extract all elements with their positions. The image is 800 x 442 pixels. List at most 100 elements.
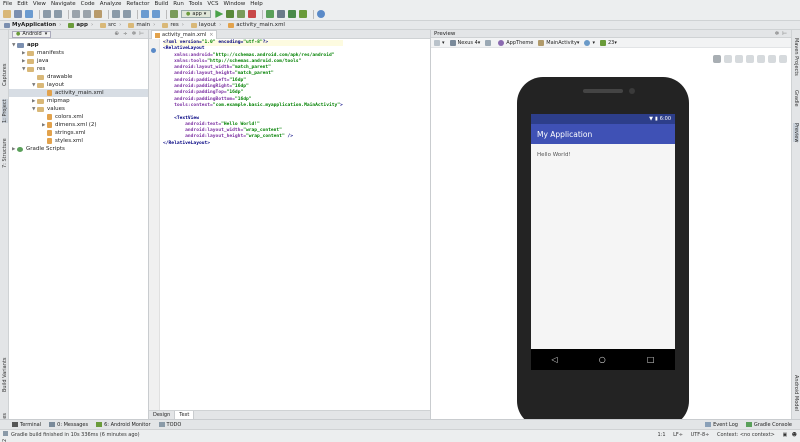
settings-gear-icon[interactable]: ✲	[775, 31, 780, 37]
lock-icon[interactable]: ▣	[782, 432, 787, 438]
preview-tool-tab[interactable]: Preview	[793, 123, 799, 143]
stop-icon[interactable]	[248, 10, 257, 18]
caret-position[interactable]: 1:1	[658, 432, 666, 438]
android-model-tool-tab[interactable]: Android Model	[793, 375, 799, 411]
paste-icon[interactable]	[94, 10, 102, 18]
gradle-console-tool-button[interactable]: Gradle Console	[745, 422, 792, 428]
gradle-tool-tab[interactable]: Gradle	[793, 90, 799, 107]
forward-icon[interactable]	[152, 10, 160, 18]
project-tool-tab[interactable]: 1: Project	[2, 99, 8, 123]
close-tab-icon[interactable]: ×	[209, 32, 213, 38]
line-separator[interactable]: LF÷	[673, 432, 683, 438]
tree-item[interactable]: strings.xml	[42, 129, 86, 137]
settings-gear-icon[interactable]	[779, 55, 787, 63]
zoom-in-icon[interactable]	[735, 55, 743, 63]
tree-item[interactable]: styles.xml	[42, 137, 83, 145]
menu-build[interactable]: Build	[154, 1, 168, 7]
recents-nav-icon[interactable]: □	[647, 355, 655, 364]
menu-edit[interactable]: Edit	[17, 1, 28, 7]
project-view-selector[interactable]: ● Android ▾	[12, 30, 52, 38]
settings-gear-icon[interactable]: ✲	[132, 31, 137, 37]
breadcrumb-item-4[interactable]: res ›	[160, 22, 186, 28]
replace-icon[interactable]	[123, 10, 131, 18]
editor-tab-activity-main[interactable]: activity_main.xml ×	[151, 30, 218, 39]
help-icon[interactable]	[317, 10, 326, 18]
menu-help[interactable]: Help	[250, 1, 263, 7]
menu-view[interactable]: View	[33, 1, 46, 7]
layout-config-button[interactable]: ▾	[434, 39, 445, 46]
sync-scroll-icon[interactable]: ⊕	[114, 31, 119, 37]
tree-item[interactable]: ▼ values	[32, 105, 65, 113]
activity-select[interactable]: MainActivity ▾	[538, 39, 579, 46]
android-monitor-icon[interactable]	[299, 10, 308, 18]
home-nav-icon[interactable]: ○	[599, 355, 606, 364]
zoom-fit-icon[interactable]	[713, 55, 721, 63]
captures-tool-tab[interactable]: Captures	[2, 64, 8, 87]
breadcrumb-item-5[interactable]: layout ›	[189, 22, 223, 28]
open-icon[interactable]	[3, 10, 11, 18]
code-editor[interactable]: <?xml version="1.0" encoding="utf-8"?> <R…	[160, 30, 430, 419]
run-icon[interactable]	[215, 10, 224, 18]
file-encoding[interactable]: UTF-8÷	[691, 432, 710, 438]
maven-projects-tool-tab[interactable]: Maven Projects	[793, 38, 799, 76]
tree-item[interactable]: ▶ java	[22, 57, 49, 65]
menu-run[interactable]: Run	[173, 1, 184, 7]
attach-debugger-icon[interactable]	[237, 10, 246, 18]
terminal-tool-button[interactable]: Terminal	[12, 422, 41, 428]
status-toggle-icon[interactable]	[3, 431, 8, 436]
menu-navigate[interactable]: Navigate	[51, 1, 76, 7]
hide-panel-icon[interactable]: ⊢	[139, 31, 144, 37]
tree-item[interactable]: colors.xml	[42, 113, 83, 121]
messages-tool-button[interactable]: 0: Messages	[49, 422, 88, 428]
inspector-icon[interactable]: ☻	[792, 432, 797, 438]
sync-icon[interactable]	[25, 10, 33, 18]
todo-tool-button[interactable]: TODO	[158, 422, 181, 428]
xml-code[interactable]: <?xml version="1.0" encoding="utf-8"?> <R…	[163, 40, 343, 147]
menu-tools[interactable]: Tools	[189, 1, 203, 7]
code-line[interactable]: </RelativeLayout>	[163, 141, 343, 147]
menu-vcs[interactable]: VCS	[207, 1, 218, 7]
zoom-actual-icon[interactable]	[724, 55, 732, 63]
run-config-select[interactable]: ● app ▾	[181, 10, 212, 18]
tree-item[interactable]: ▶ mipmap	[32, 97, 70, 105]
cut-icon[interactable]	[72, 10, 80, 18]
collapse-all-icon[interactable]: ÷	[123, 31, 128, 37]
copy-icon[interactable]	[83, 10, 91, 18]
class-marker-icon[interactable]	[151, 48, 156, 53]
context-indicator[interactable]: Context: <no context>	[717, 432, 775, 438]
save-icon[interactable]	[14, 10, 22, 18]
breadcrumb-item-1[interactable]: app ›	[66, 22, 95, 28]
build-variants-tool-tab[interactable]: Build Variants	[2, 358, 8, 392]
menu-code[interactable]: Code	[81, 1, 95, 7]
sync-gradle-icon[interactable]	[266, 10, 275, 18]
breadcrumb-item-2[interactable]: src ›	[98, 22, 123, 28]
screenshot-icon[interactable]	[768, 55, 776, 63]
menu-refactor[interactable]: Refactor	[126, 1, 149, 7]
undo-icon[interactable]	[43, 10, 51, 18]
breadcrumb-item-6[interactable]: activity_main.xml	[226, 22, 287, 28]
code-line[interactable]: tools:context="com.example.basic.myappli…	[163, 103, 343, 109]
api-level-select[interactable]: 23 ▾	[599, 39, 617, 46]
theme-select[interactable]: AppTheme	[498, 39, 533, 46]
tree-item[interactable]: ▶ manifests	[22, 49, 64, 57]
zoom-out-icon[interactable]	[746, 55, 754, 63]
back-icon[interactable]	[141, 10, 149, 18]
hello-textview[interactable]: Hello World!	[537, 152, 571, 158]
make-project-icon[interactable]	[170, 10, 178, 18]
redo-icon[interactable]	[54, 10, 62, 18]
tree-item[interactable]: ▼ res	[22, 65, 45, 73]
breadcrumb-item-3[interactable]: main ›	[126, 22, 157, 28]
menu-analyze[interactable]: Analyze	[100, 1, 122, 7]
find-icon[interactable]	[112, 10, 120, 18]
tree-item[interactable]: ▼ layout	[32, 81, 64, 89]
hide-panel-icon[interactable]: ⊢	[782, 31, 787, 37]
device-select[interactable]: Nexus 4 ▾	[449, 39, 480, 46]
menu-window[interactable]: Window	[224, 1, 246, 7]
tree-item[interactable]: ▶ dimens.xml (2)	[42, 121, 97, 129]
event-log-tool-button[interactable]: Event Log	[705, 422, 738, 428]
menu-file[interactable]: File	[3, 1, 12, 7]
refresh-icon[interactable]	[757, 55, 765, 63]
orientation-button[interactable]	[485, 39, 493, 46]
tree-item[interactable]: drawable	[32, 73, 72, 81]
android-monitor-tool-button[interactable]: 6: Android Monitor	[96, 422, 151, 428]
